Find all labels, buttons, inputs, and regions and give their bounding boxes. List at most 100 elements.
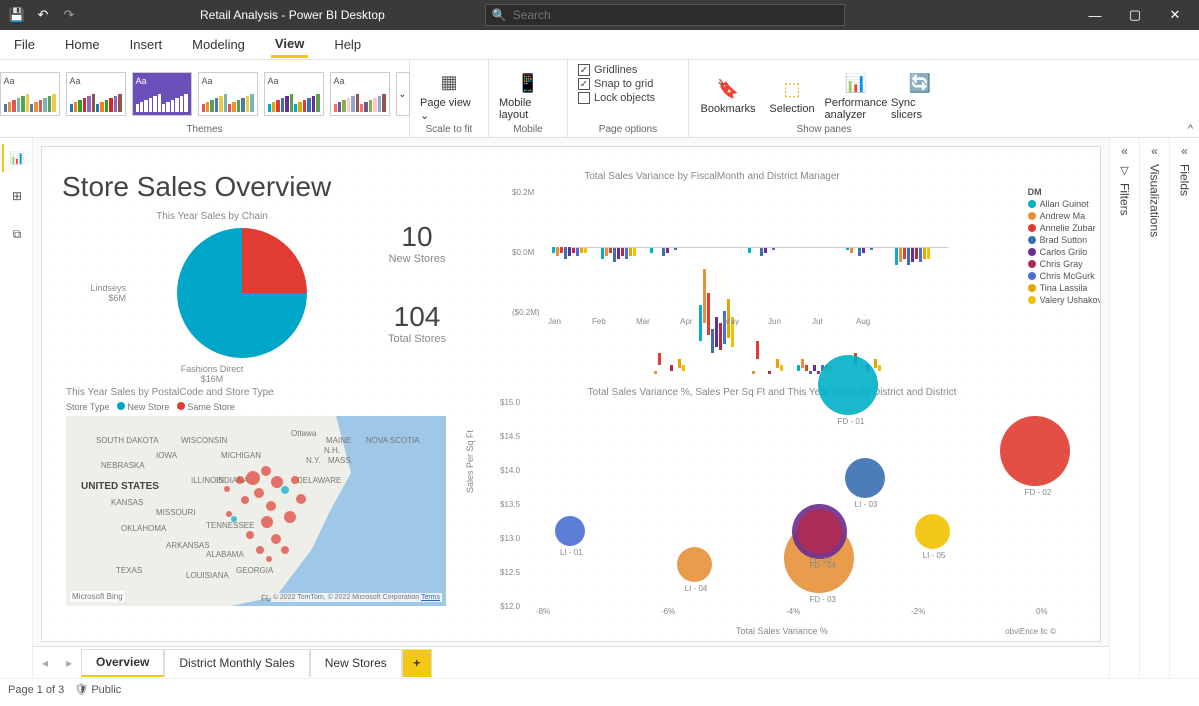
mobile-group-label: Mobile	[513, 124, 542, 135]
lock-checkbox[interactable]: Lock objects	[578, 92, 678, 104]
dm-legend-header: DM	[1028, 187, 1101, 197]
mobile-icon: 📱	[514, 69, 542, 97]
legend-item[interactable]: Brad Sutton	[1028, 235, 1101, 245]
bubble-watermark: obviEnce llc ©	[1005, 627, 1056, 636]
legend-item[interactable]: Allan Guinot	[1028, 199, 1101, 209]
workspace: 📊 ⊞ ⧉ Store Sales Overview This Year Sal…	[0, 138, 1199, 678]
scale-group-label: Scale to fit	[426, 124, 473, 135]
legend-item[interactable]: Chris McGurk	[1028, 271, 1101, 281]
theme-swatch[interactable]: Aa	[198, 72, 258, 116]
tab-newstores[interactable]: New Stores	[310, 649, 402, 677]
app-title: Retail Analysis - Power BI Desktop	[200, 8, 385, 22]
sync-slicers-button[interactable]: 🔄Sync slicers	[891, 67, 949, 121]
legend-item[interactable]: Chris Gray	[1028, 259, 1101, 269]
bubble-point[interactable]	[845, 458, 885, 498]
title-bar: 💾 ↶ ↷ Retail Analysis - Power BI Desktop…	[0, 0, 1199, 30]
kpi-total-stores-value: 104	[376, 301, 458, 333]
save-icon[interactable]: 💾	[6, 4, 28, 26]
menu-view[interactable]: View	[271, 32, 308, 58]
menu-file[interactable]: File	[10, 33, 39, 56]
map-country-label: UNITED STATES	[81, 481, 159, 492]
model-view-icon[interactable]: ⧉	[2, 220, 30, 248]
bars-title: Total Sales Variance by FiscalMonth and …	[476, 171, 948, 182]
bubble-chart[interactable]: Sales Per Sq Ft Total Sales Variance % o…	[496, 398, 1056, 618]
tab-district[interactable]: District Monthly Sales	[164, 649, 309, 677]
visualizations-pane[interactable]: « Visualizations	[1139, 138, 1169, 678]
mobile-layout-button[interactable]: 📱 Mobile layout	[499, 67, 557, 121]
undo-icon[interactable]: ↶	[32, 4, 54, 26]
bing-logo: Microsoft Bing	[70, 591, 125, 602]
filters-pane[interactable]: « ▽ Filters	[1109, 138, 1139, 678]
collapse-ribbon-icon[interactable]: ^	[1188, 123, 1193, 135]
filter-icon: ▽	[1120, 164, 1128, 177]
selection-button[interactable]: ⬚Selection	[763, 73, 821, 115]
bubble-point[interactable]	[677, 547, 712, 582]
maximize-button[interactable]: ▢	[1117, 4, 1153, 26]
menu-modeling[interactable]: Modeling	[188, 33, 249, 56]
tab-overview[interactable]: Overview	[81, 649, 164, 677]
close-button[interactable]: ✕	[1157, 4, 1193, 26]
status-bar: Page 1 of 3 🛡 Public	[0, 678, 1199, 700]
report-canvas[interactable]: Store Sales Overview This Year Sales by …	[41, 146, 1101, 642]
performance-icon: 📊	[842, 69, 870, 97]
search-box[interactable]: 🔍	[485, 4, 845, 26]
legend-item[interactable]: Annelie Zubar	[1028, 223, 1101, 233]
pageoptions-group-label: Page options	[599, 124, 657, 135]
theme-swatch[interactable]: Aa	[330, 72, 390, 116]
sensitivity-icon[interactable]: 🛡 Public	[74, 683, 121, 696]
legend-item[interactable]: Carlos Grilo	[1028, 247, 1101, 257]
menu-insert[interactable]: Insert	[126, 33, 167, 56]
bubble-title: Total Sales Variance %, Sales Per Sq Ft …	[466, 387, 1078, 398]
legend-item[interactable]: Andrew Ma	[1028, 211, 1101, 221]
theme-swatch[interactable]: Aa	[66, 72, 126, 116]
bookmarks-button[interactable]: 🔖Bookmarks	[699, 73, 757, 115]
themes-group-label: Themes	[186, 124, 222, 135]
menu-bar: File Home Insert Modeling View Help	[0, 30, 1199, 60]
report-view-icon[interactable]: 📊	[2, 144, 30, 172]
selection-icon: ⬚	[778, 75, 806, 103]
theme-swatch[interactable]: Aa	[132, 72, 192, 116]
theme-swatch[interactable]: Aa	[0, 72, 60, 116]
redo-icon[interactable]: ↷	[58, 4, 80, 26]
data-view-icon[interactable]: ⊞	[2, 182, 30, 210]
snap-checkbox[interactable]: Snap to grid	[578, 78, 678, 90]
chevron-left-icon: «	[1181, 144, 1188, 158]
tab-next[interactable]: ▸	[57, 656, 81, 670]
pie-title: This Year Sales by Chain	[66, 211, 358, 222]
minimize-button[interactable]: —	[1077, 4, 1113, 26]
map-visual[interactable]: UNITED STATES SOUTH DAKOTA WISCONSIN IOW…	[66, 416, 446, 606]
chevron-left-icon: «	[1151, 144, 1158, 158]
dropdown-caret-icon: ⌄	[420, 110, 429, 122]
map-title: This Year Sales by PostalCode and Store …	[66, 387, 458, 398]
canvas-area: Store Sales Overview This Year Sales by …	[33, 138, 1109, 678]
bookmark-icon: 🔖	[714, 75, 742, 103]
theme-swatch[interactable]: Aa	[264, 72, 324, 116]
bubble-point[interactable]	[1000, 416, 1070, 486]
theme-dropdown[interactable]: ⌄	[396, 72, 410, 116]
menu-help[interactable]: Help	[330, 33, 365, 56]
status-page: Page 1 of 3	[8, 684, 64, 696]
bubble-point[interactable]	[555, 516, 585, 546]
bubble-point[interactable]	[797, 509, 842, 554]
kpi-new-stores-value: 10	[376, 221, 458, 253]
gridlines-checkbox[interactable]: Gridlines	[578, 64, 678, 76]
bubble-point[interactable]	[915, 514, 950, 549]
menu-home[interactable]: Home	[61, 33, 104, 56]
fields-pane[interactable]: « Fields	[1169, 138, 1199, 678]
performance-button[interactable]: 📊Performance analyzer	[827, 67, 885, 121]
grouped-bar-chart[interactable]	[542, 182, 948, 312]
page-view-button[interactable]: ▦ Page view ⌄	[420, 67, 478, 122]
pie-chart[interactable]	[177, 228, 307, 358]
tab-prev[interactable]: ◂	[33, 656, 57, 670]
search-icon: 🔍	[492, 8, 507, 22]
bubble-point[interactable]	[818, 355, 878, 415]
legend-item[interactable]: Tina Lassila	[1028, 283, 1101, 293]
legend-item[interactable]: Valery Ushakov	[1028, 295, 1101, 305]
pie-label-lindseys: Lindseys	[66, 283, 126, 293]
collapsed-panes: « ▽ Filters « Visualizations « Fields	[1109, 138, 1199, 678]
search-input[interactable]	[513, 8, 838, 22]
kpi-new-stores-label: New Stores	[376, 253, 458, 265]
map-terms-link[interactable]: Terms	[421, 594, 440, 601]
page-tabs: ◂ ▸ Overview District Monthly Sales New …	[33, 646, 1109, 678]
tab-add[interactable]: +	[402, 649, 432, 677]
